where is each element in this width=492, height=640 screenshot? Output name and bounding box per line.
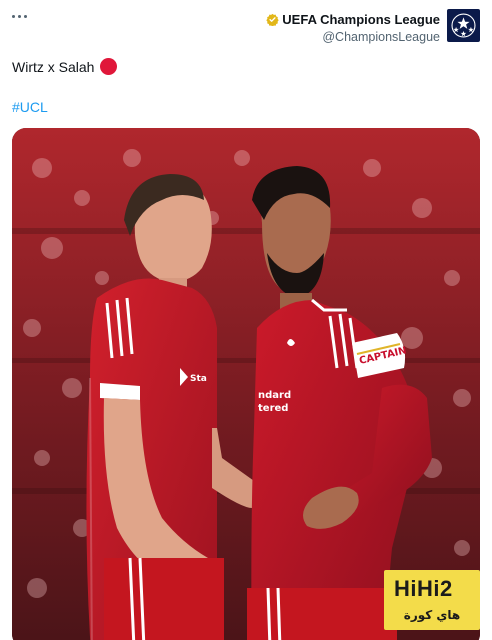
watermark-latin-text: HiHi2: [394, 576, 453, 601]
svg-text:tered: tered: [258, 403, 288, 414]
watermark-arabic: هاي كورة: [403, 608, 461, 622]
svg-text:Sta: Sta: [190, 374, 207, 384]
champions-league-starball-icon[interactable]: [447, 9, 480, 42]
red-circle-emoji-icon: [100, 58, 118, 75]
site-watermark-logo: HiHi2 هاي كورة: [384, 570, 480, 630]
photo-illustration: Sta CAPTAIN ndard tered: [12, 128, 480, 640]
tweet-body: Wirtz x Salah: [12, 58, 95, 75]
account-handle[interactable]: @ChampionsLeague: [266, 30, 440, 44]
more-options-icon[interactable]: [10, 8, 30, 24]
svg-text:ndard: ndard: [258, 390, 291, 401]
hashtag-link[interactable]: #UCL: [12, 99, 48, 115]
tweet-header: UEFA Champions League @ChampionsLeague: [0, 0, 492, 50]
watermark-latin: HiHi2: [394, 576, 453, 602]
verified-badge-icon: [266, 13, 279, 27]
account-info[interactable]: UEFA Champions League @ChampionsLeague: [266, 10, 440, 44]
account-display-name[interactable]: UEFA Champions League: [282, 12, 440, 27]
tweet-text: Wirtz x Salah: [12, 58, 118, 75]
tweet-photo[interactable]: Sta CAPTAIN ndard tered: [12, 128, 480, 640]
